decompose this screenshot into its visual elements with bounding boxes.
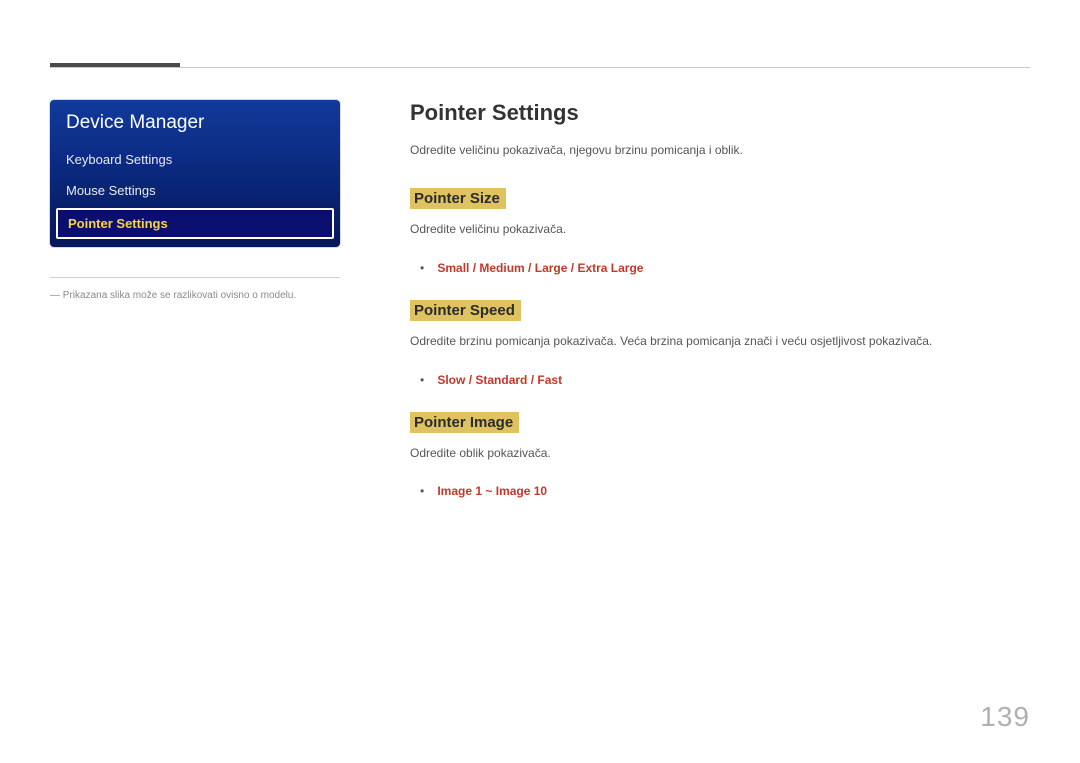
- header-rule: [50, 67, 1030, 68]
- manual-page: Device Manager Keyboard Settings Mouse S…: [0, 0, 1080, 763]
- option-slow: Slow: [437, 373, 465, 387]
- sep: /: [469, 261, 479, 275]
- option-medium: Medium: [479, 261, 524, 275]
- sep: ~: [482, 484, 496, 498]
- options-pointer-image: • Image 1 ~ Image 10: [420, 481, 1020, 501]
- option-image1: Image 1: [437, 484, 482, 498]
- note-text: Prikazana slika može se razlikovati ovis…: [63, 290, 296, 301]
- sep: /: [465, 373, 475, 387]
- desc-pointer-size: Odredite veličinu pokazivača.: [410, 219, 1020, 239]
- option-fast: Fast: [537, 373, 562, 387]
- page-number: 139: [980, 701, 1030, 733]
- content-row: Device Manager Keyboard Settings Mouse S…: [50, 100, 1030, 514]
- option-extra-large: Extra Large: [577, 261, 643, 275]
- page-title: Pointer Settings: [410, 100, 1020, 126]
- device-manager-panel: Device Manager Keyboard Settings Mouse S…: [50, 100, 340, 247]
- sep: /: [525, 261, 535, 275]
- note-divider: [50, 277, 340, 278]
- bullet-icon: •: [420, 370, 434, 390]
- option-standard: Standard: [475, 373, 527, 387]
- sidebar-item-keyboard[interactable]: Keyboard Settings: [50, 144, 340, 175]
- device-manager-title: Device Manager: [50, 100, 340, 144]
- heading-pointer-image: Pointer Image: [410, 412, 519, 433]
- option-image10: Image 10: [496, 484, 547, 498]
- sep: /: [567, 261, 577, 275]
- heading-pointer-speed: Pointer Speed: [410, 300, 521, 321]
- bullet-icon: •: [420, 258, 434, 278]
- desc-pointer-speed: Odredite brzinu pomicanja pokazivača. Ve…: [410, 331, 1020, 351]
- sidebar-item-mouse[interactable]: Mouse Settings: [50, 175, 340, 206]
- model-note: ― Prikazana slika može se razlikovati ov…: [50, 288, 370, 304]
- note-prefix: ―: [50, 290, 60, 301]
- right-column: Pointer Settings Odredite veličinu pokaz…: [410, 100, 1030, 514]
- desc-pointer-image: Odredite oblik pokazivača.: [410, 443, 1020, 463]
- option-large: Large: [535, 261, 568, 275]
- sidebar-item-pointer[interactable]: Pointer Settings: [56, 208, 334, 239]
- options-pointer-size: • Small / Medium / Large / Extra Large: [420, 258, 1020, 278]
- option-small: Small: [437, 261, 469, 275]
- sep: /: [527, 373, 537, 387]
- bullet-icon: •: [420, 481, 434, 501]
- page-intro: Odredite veličinu pokazivača, njegovu br…: [410, 140, 1020, 160]
- left-column: Device Manager Keyboard Settings Mouse S…: [50, 100, 370, 514]
- options-pointer-speed: • Slow / Standard / Fast: [420, 370, 1020, 390]
- heading-pointer-size: Pointer Size: [410, 188, 506, 209]
